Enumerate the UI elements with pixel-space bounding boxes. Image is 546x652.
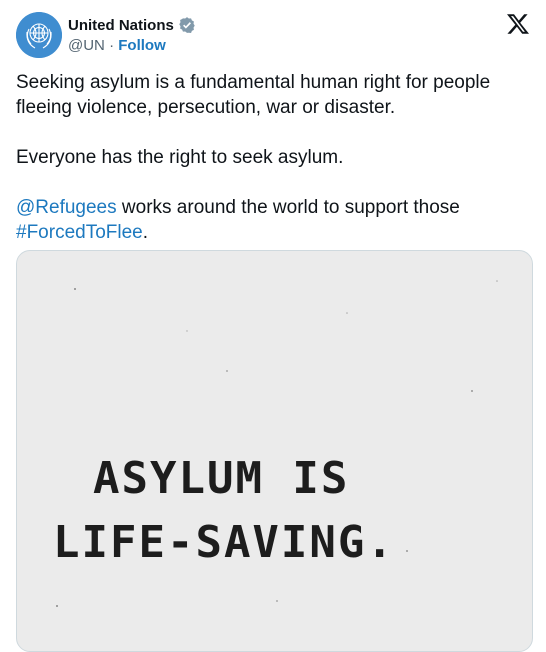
x-logo-icon[interactable] [506,12,530,36]
author-name-row: United Nations [68,15,196,35]
poster-line-1: ASYLUM IS [93,453,350,504]
handle-row: @UN · Follow [68,37,166,54]
tweet-paragraph-3: @Refugees works around the world to supp… [16,195,531,245]
tweet-text: Seeking asylum is a fundamental human ri… [16,70,531,270]
poster-line-2: LIFE-SAVING. [53,517,395,568]
author-name[interactable]: United Nations [68,17,174,34]
paragraph-3-end: . [142,222,149,243]
separator-dot: · [109,37,115,54]
refugees-mention-link[interactable]: @Refugees [16,197,117,218]
avatar[interactable] [16,12,62,58]
forcedtoflee-hashtag-link[interactable]: #ForcedToFlee [16,222,143,243]
tweet-paragraph-2: Everyone has the right to seek asylum. [16,147,344,168]
tweet-header: United Nations @UN · Follow [16,10,532,60]
author-handle[interactable]: @UN [68,37,105,54]
tweet-paragraph-1: Seeking asylum is a fundamental human ri… [16,72,491,118]
follow-button[interactable]: Follow [118,37,166,54]
paragraph-3-text: works around the world to support those [116,197,460,218]
tweet-media-image[interactable]: ASYLUM IS LIFE-SAVING. [16,250,533,652]
un-emblem-icon [16,12,62,58]
poster-headline: ASYLUM IS LIFE-SAVING. [17,447,532,575]
verified-badge-icon [179,17,195,34]
